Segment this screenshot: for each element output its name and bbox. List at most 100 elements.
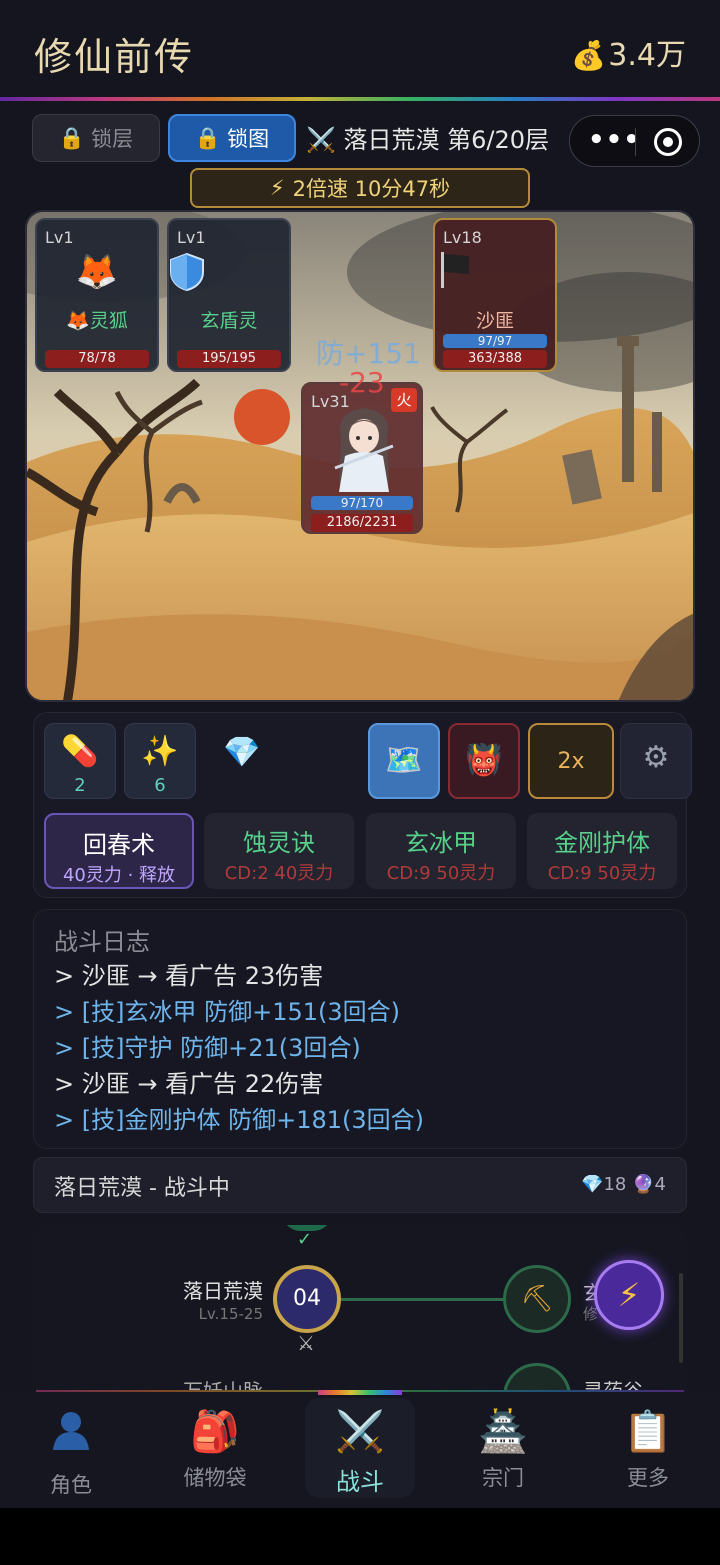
map-node-mine[interactable]: ⛏ bbox=[503, 1265, 571, 1333]
bottom-nav: 角色 🎒 储物袋 ⚔️ 战斗 🏯 宗门 📋 更多 bbox=[0, 1390, 720, 1508]
nav-item-more[interactable]: 📋 更多 bbox=[593, 1408, 703, 1492]
battle-status-text: 落日荒漠 - 战斗中 bbox=[54, 1176, 230, 1201]
log-line: > [技]玄冰甲 防御+151(3回合) bbox=[54, 998, 401, 1026]
orb-count: 🔮4 bbox=[632, 1174, 666, 1195]
person-icon bbox=[16, 1408, 126, 1463]
capsule-divider bbox=[635, 128, 636, 156]
app-title: 修仙前传 bbox=[34, 35, 195, 79]
pill-count: 2 bbox=[74, 775, 86, 796]
card-name: 沙匪 bbox=[475, 310, 514, 332]
mp-bar: 97/97 bbox=[443, 334, 547, 348]
skill-button-4[interactable]: 金刚护体 CD:9 50灵力 bbox=[527, 813, 677, 889]
map-node-name: 落日荒漠 bbox=[183, 1279, 263, 1303]
nav-item-bag[interactable]: 🎒 储物袋 bbox=[160, 1408, 270, 1492]
crossed-swords-icon: ⚔ bbox=[297, 1331, 315, 1355]
skill-name: 玄冰甲 bbox=[405, 829, 477, 857]
more-icon[interactable]: ••• bbox=[588, 125, 641, 155]
stage-info: ⚔️ 落日荒漠 第6/20层 bbox=[306, 120, 549, 155]
hp-bar: 2186/2231 bbox=[311, 514, 413, 532]
nav-item-battle[interactable]: ⚔️ 战斗 bbox=[305, 1398, 415, 1498]
pill-item-button[interactable]: 💊 2 bbox=[44, 723, 116, 799]
header-divider bbox=[0, 97, 720, 101]
pickaxe-icon: ⛏ bbox=[520, 1284, 554, 1314]
battle-status-bar: 落日荒漠 - 战斗中 💎18 🔮4 bbox=[33, 1157, 687, 1213]
nav-active-indicator bbox=[318, 1390, 402, 1395]
gear-icon: ⚙ bbox=[642, 740, 670, 775]
settings-button[interactable]: ⚙ bbox=[620, 723, 692, 799]
game-screen: 修仙前传 💰3.4万 🔒 锁层 🔒 锁图 ⚔️ 落日荒漠 第6/20层 ••• ⚡ … bbox=[0, 0, 720, 1508]
gem-count: 💎18 bbox=[581, 1174, 627, 1195]
log-line: > [技]守护 防御+21(3回合) bbox=[54, 1034, 361, 1062]
speed-bar[interactable]: ⚡ 2倍速 10分47秒 bbox=[190, 168, 530, 208]
nav-label: 宗门 bbox=[482, 1466, 524, 1490]
skill-name: 蚀灵诀 bbox=[243, 829, 315, 857]
crossed-swords-icon: ⚔️ bbox=[306, 126, 336, 154]
battle-log-title: 战斗日志 bbox=[54, 928, 150, 956]
demon-icon: 👹 bbox=[465, 743, 503, 778]
card-level: Lv18 bbox=[443, 228, 482, 247]
quick-action-button[interactable]: ⚡ bbox=[594, 1260, 664, 1330]
lock-icon: 🔒 bbox=[194, 125, 222, 150]
speed-label: 2倍速 10分47秒 bbox=[292, 177, 451, 201]
spark-count: 6 bbox=[154, 775, 166, 796]
miniapp-capsule: ••• bbox=[569, 115, 700, 167]
map-node-current[interactable]: 04 bbox=[273, 1265, 341, 1333]
system-bottom-area bbox=[0, 1508, 720, 1565]
nav-label: 更多 bbox=[627, 1466, 669, 1490]
nav-label: 角色 bbox=[50, 1473, 92, 1497]
map-connector bbox=[341, 1298, 505, 1301]
card-name: 🦊灵狐 bbox=[66, 310, 128, 332]
battle-log[interactable]: 战斗日志 > 沙匪 → 看广告 23伤害 > [技]玄冰甲 防御+151(3回合… bbox=[33, 909, 687, 1149]
gem-button[interactable]: 💎 bbox=[206, 723, 278, 799]
hero-card[interactable]: Lv31 火 97/170 2186/2231 bbox=[301, 382, 423, 534]
battle-scene: Lv1 🦊 🦊灵狐 78/78 Lv1 玄盾灵 195/195 Lv18 沙匪 … bbox=[25, 210, 695, 702]
skill-cost: CD:2 40灵力 bbox=[224, 863, 334, 884]
stage-map[interactable]: ✓ 落日荒漠 Lv.15-25 04 ⚔ ⛏ 玄 修 万妖山脉 灵药谷 bbox=[33, 1225, 687, 1395]
boss-button[interactable]: 👹 bbox=[448, 723, 520, 799]
lock-layer-button[interactable]: 🔒 锁层 bbox=[32, 114, 160, 162]
skill-button-3[interactable]: 玄冰甲 CD:9 50灵力 bbox=[366, 813, 516, 889]
crossed-swords-icon: ⚔️ bbox=[335, 1409, 385, 1455]
lock-map-button[interactable]: 🔒 锁图 bbox=[168, 114, 296, 162]
card-level: Lv1 bbox=[45, 228, 74, 247]
money-display: 💰3.4万 bbox=[571, 30, 686, 74]
hp-bar: 363/388 bbox=[443, 350, 547, 368]
skill-name: 金刚护体 bbox=[554, 829, 650, 857]
card-level: Lv1 bbox=[177, 228, 206, 247]
spark-item-button[interactable]: ✨ 6 bbox=[124, 723, 196, 799]
skill-button-2[interactable]: 蚀灵诀 CD:2 40灵力 bbox=[204, 813, 354, 889]
pet-card-shield[interactable]: Lv1 玄盾灵 195/195 bbox=[167, 218, 291, 372]
resource-counts: 💎18 🔮4 bbox=[581, 1174, 666, 1195]
hp-bar: 195/195 bbox=[177, 350, 281, 368]
lock-layer-label: 锁层 bbox=[91, 127, 134, 151]
lock-map-label: 锁图 bbox=[227, 127, 270, 151]
skill-cost: CD:9 50灵力 bbox=[547, 863, 657, 884]
hero-portrait bbox=[334, 408, 394, 492]
floating-damage-text: -23 bbox=[339, 366, 385, 399]
skill-cost: CD:9 50灵力 bbox=[386, 863, 496, 884]
enemy-card[interactable]: Lv18 沙匪 97/97 363/388 bbox=[433, 218, 557, 372]
nav-label: 储物袋 bbox=[183, 1466, 247, 1490]
pill-icon: 💊 bbox=[61, 734, 99, 769]
control-panel: 💊 2 ✨ 6 💎 🗺️ 👹 2x ⚙ 回春术 40灵力 · 释放 蚀灵诀 CD… bbox=[33, 712, 692, 898]
close-target-icon[interactable] bbox=[654, 128, 682, 156]
speed-toggle-button[interactable]: 2x bbox=[528, 723, 614, 799]
nav-label: 战斗 bbox=[336, 1468, 384, 1496]
skill-cost: 40灵力 · 释放 bbox=[62, 865, 176, 886]
backpack-icon: 🎒 bbox=[190, 1409, 240, 1455]
map-scrollbar[interactable] bbox=[679, 1273, 683, 1363]
map-button[interactable]: 🗺️ bbox=[368, 723, 440, 799]
log-line: > 沙匪 → 看广告 23伤害 bbox=[54, 962, 324, 990]
log-line: > 沙匪 → 看广告 22伤害 bbox=[54, 1070, 324, 1098]
header: 修仙前传 💰3.4万 bbox=[0, 0, 720, 98]
sparkle-icon: ✨ bbox=[141, 734, 179, 769]
skill-name: 回春术 bbox=[83, 831, 155, 859]
fox-icon: 🦊 bbox=[75, 252, 119, 292]
temple-icon: 🏯 bbox=[478, 1409, 528, 1455]
pet-card-fox[interactable]: Lv1 🦊 🦊灵狐 78/78 bbox=[35, 218, 159, 372]
nav-item-sect[interactable]: 🏯 宗门 bbox=[448, 1408, 558, 1492]
mp-bar: 97/170 bbox=[311, 496, 413, 510]
nav-item-character[interactable]: 角色 bbox=[16, 1408, 126, 1499]
hp-bar: 78/78 bbox=[45, 350, 149, 368]
skill-button-1[interactable]: 回春术 40灵力 · 释放 bbox=[44, 813, 194, 889]
